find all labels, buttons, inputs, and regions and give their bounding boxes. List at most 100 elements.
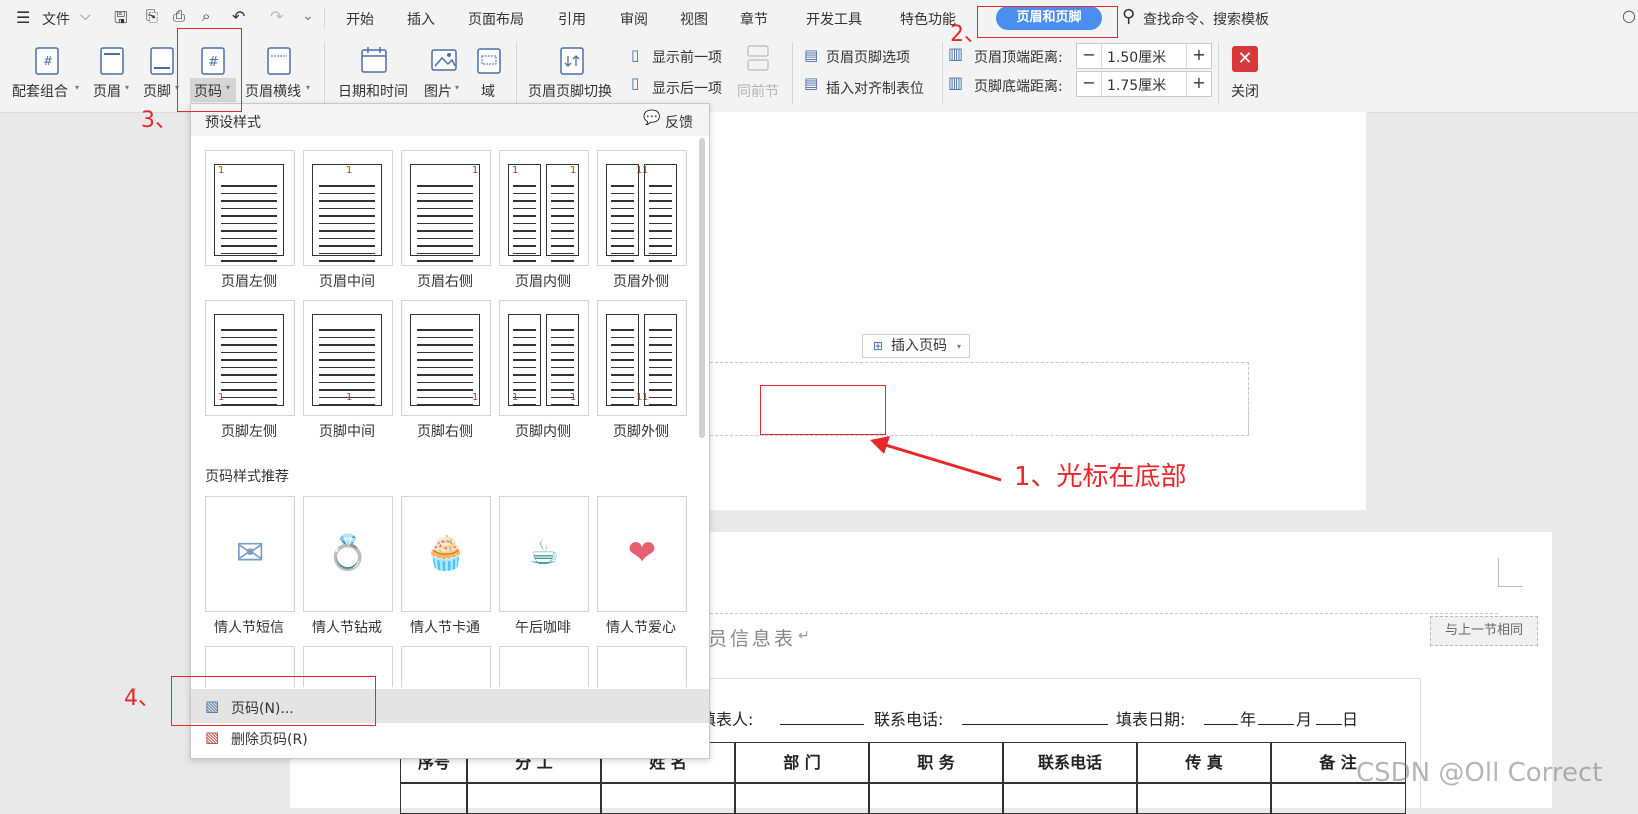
table-cell[interactable] xyxy=(600,782,736,814)
preset-label[interactable]: 页脚外侧 xyxy=(591,421,691,441)
undo-icon[interactable]: ↶ xyxy=(232,7,245,26)
save-icon[interactable]: 🖫 xyxy=(114,7,128,34)
tab-insert[interactable]: 插入 xyxy=(407,9,435,29)
redo-icon[interactable]: ↷ xyxy=(270,7,283,26)
increase-button[interactable]: + xyxy=(1186,44,1211,68)
hamburger-icon[interactable]: ☰ xyxy=(16,8,30,27)
calendar-icon[interactable] xyxy=(360,46,388,74)
insert-tab-stop-button[interactable]: 插入对齐制表位 xyxy=(826,78,924,98)
recommended-style-card[interactable] xyxy=(499,646,589,687)
table-cell[interactable] xyxy=(734,782,870,814)
field-icon[interactable] xyxy=(476,46,502,74)
more-icon[interactable]: ⌄ xyxy=(302,8,314,24)
file-menu[interactable]: 文件 xyxy=(42,9,70,29)
close-icon[interactable]: ✕ xyxy=(1232,46,1258,72)
preset-label[interactable]: 页脚左侧 xyxy=(199,421,299,441)
header-button[interactable]: 页眉 xyxy=(93,81,121,101)
delete-page-number-menu-item[interactable]: 删除页码(R) xyxy=(231,729,308,749)
preset-thumbnail[interactable]: 1 xyxy=(401,300,491,416)
header-icon[interactable] xyxy=(99,46,125,76)
preset-thumbnail[interactable]: 11 xyxy=(499,300,589,416)
preset-thumbnail[interactable]: 1 xyxy=(303,150,393,266)
preset-thumbnail[interactable]: 11 xyxy=(597,150,687,266)
preset-label[interactable]: 页眉右侧 xyxy=(395,271,495,291)
header-line-button[interactable]: 页眉横线 xyxy=(245,81,301,101)
tab-references[interactable]: 引用 xyxy=(558,9,586,29)
recommended-style-label[interactable]: 午后咖啡 xyxy=(493,617,593,637)
recommended-style-label[interactable]: 情人节钻戒 xyxy=(297,617,397,637)
insert-page-number-button[interactable]: ⊞ 插入页码 ▾ xyxy=(862,334,970,358)
increase-button[interactable]: + xyxy=(1186,72,1211,96)
recommended-style-label[interactable]: 情人节爱心 xyxy=(591,617,691,637)
footer-bottom-stepper[interactable]: − 1.75厘米 + xyxy=(1076,71,1212,97)
table-cell[interactable] xyxy=(1136,782,1272,814)
decrease-button[interactable]: − xyxy=(1077,72,1102,96)
table-header-cell: 职 务 xyxy=(868,742,1004,784)
recommended-style-card[interactable]: ❤ xyxy=(597,496,687,612)
date-time-button[interactable]: 日期和时间 xyxy=(338,81,408,101)
recommended-style-card[interactable] xyxy=(597,646,687,687)
recommended-style-card[interactable]: 💍 xyxy=(303,496,393,612)
preset-thumbnail[interactable]: 1 xyxy=(303,300,393,416)
footer-bottom-value[interactable]: 1.75厘米 xyxy=(1107,75,1166,95)
table-cell[interactable] xyxy=(466,782,602,814)
tab-special[interactable]: 特色功能 xyxy=(900,9,956,29)
preset-label[interactable]: 页眉中间 xyxy=(297,271,397,291)
chevron-down-icon[interactable]: ⌵ xyxy=(80,8,91,24)
search-input[interactable]: 查找命令、搜索模板 xyxy=(1143,9,1269,29)
preset-label[interactable]: 页脚内侧 xyxy=(493,421,593,441)
header-top-stepper[interactable]: − 1.50厘米 + xyxy=(1076,43,1212,69)
more-icon[interactable]: ○ xyxy=(1622,6,1636,25)
tab-review[interactable]: 审阅 xyxy=(620,9,648,29)
combo-button[interactable]: 配套组合 xyxy=(12,81,68,101)
header-top-value[interactable]: 1.50厘米 xyxy=(1107,47,1166,67)
picture-button[interactable]: 图片 xyxy=(424,81,452,101)
switch-icon[interactable] xyxy=(558,46,586,76)
print-icon[interactable]: ⎙ xyxy=(173,7,185,25)
preset-thumbnail[interactable]: 11 xyxy=(597,300,687,416)
close-button[interactable]: 关闭 xyxy=(1231,81,1259,101)
recommended-style-card[interactable]: 🧁 xyxy=(401,496,491,612)
preset-thumbnail[interactable]: 11 xyxy=(499,150,589,266)
same-as-prev-button[interactable]: 同前节 xyxy=(737,81,779,101)
combo-icon[interactable]: # xyxy=(34,46,60,76)
preset-label[interactable]: 页眉左侧 xyxy=(199,271,299,291)
feedback-link[interactable]: 反馈 xyxy=(665,112,693,132)
tab-view[interactable]: 视图 xyxy=(680,9,708,29)
search-icon[interactable]: ⚲ xyxy=(1122,6,1135,27)
field-button[interactable]: 域 xyxy=(481,81,495,101)
preset-thumbnail[interactable]: 1 xyxy=(205,300,295,416)
preset-label[interactable]: 页眉内侧 xyxy=(493,271,593,291)
recommended-style-card[interactable]: ☕ xyxy=(499,496,589,612)
format-painter-icon[interactable]: ⎘ xyxy=(146,7,158,25)
preset-thumbnail[interactable]: 1 xyxy=(205,150,295,266)
recommended-style-card[interactable] xyxy=(401,646,491,687)
tab-chapter[interactable]: 章节 xyxy=(740,9,768,29)
recommended-style-label[interactable]: 情人节短信 xyxy=(199,617,299,637)
footer-icon[interactable] xyxy=(149,46,175,76)
footer-button[interactable]: 页脚 xyxy=(143,81,171,101)
recommended-style-card[interactable]: ✉ xyxy=(205,496,295,612)
tab-start[interactable]: 开始 xyxy=(346,9,374,29)
table-cell[interactable] xyxy=(868,782,1004,814)
tab-developer[interactable]: 开发工具 xyxy=(806,9,862,29)
decrease-button[interactable]: − xyxy=(1077,44,1102,68)
preset-label[interactable]: 页脚右侧 xyxy=(395,421,495,441)
scrollbar[interactable] xyxy=(699,138,705,438)
header-area[interactable] xyxy=(700,595,1498,614)
tab-page-layout[interactable]: 页面布局 xyxy=(468,9,524,29)
header-footer-switch-button[interactable]: 页眉页脚切换 xyxy=(528,81,612,101)
table-cell[interactable] xyxy=(400,782,468,814)
show-next-button[interactable]: 显示后一项 xyxy=(652,78,722,98)
header-line-icon[interactable] xyxy=(266,46,292,76)
print-preview-icon[interactable]: ⌕ xyxy=(202,7,210,25)
recommended-style-label[interactable]: 情人节卡通 xyxy=(395,617,495,637)
header-footer-options-button[interactable]: 页眉页脚选项 xyxy=(826,47,910,67)
preset-thumbnail[interactable]: 1 xyxy=(401,150,491,266)
picture-icon[interactable] xyxy=(430,46,458,74)
preset-label[interactable]: 页脚中间 xyxy=(297,421,397,441)
show-prev-button[interactable]: 显示前一项 xyxy=(652,47,722,67)
step2-highlight-box xyxy=(977,6,1118,38)
table-cell[interactable] xyxy=(1002,782,1138,814)
preset-label[interactable]: 页眉外侧 xyxy=(591,271,691,291)
